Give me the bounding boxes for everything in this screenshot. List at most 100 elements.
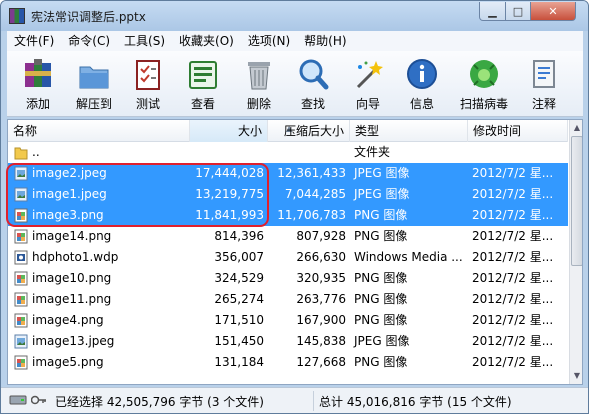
file-row[interactable]: .. 文件夹 [8,142,568,163]
virus-scan-button[interactable]: 扫描病毒 [457,53,511,115]
info-label: 信息 [409,97,434,111]
column-packed[interactable]: 压缩后大小 [268,120,350,142]
file-name: hdphoto1.wdp [32,250,119,264]
menu-file[interactable]: 文件(F) [7,31,61,51]
scroll-down-icon[interactable]: ▼ [571,369,582,383]
column-type[interactable]: 类型 [350,120,468,142]
column-size[interactable]: ▲ 大小 [190,120,292,142]
file-packed-size: 12,361,433 [277,166,346,180]
file-name: image1.jpeg [32,187,107,201]
file-size: 265,274 [214,292,264,306]
scroll-up-icon[interactable]: ▲ [571,121,582,135]
file-packed-size [268,142,350,163]
file-modified: 2012/7/2 星... [472,334,554,348]
file-type: PNG 图像 [354,229,408,243]
delete-button[interactable]: 删除 [232,53,286,115]
file-name: image5.png [32,355,104,369]
file-type: PNG 图像 [354,292,408,306]
winrar-window: 宪法常识调整后.pptx ▁ □ ✕ 文件(F) 命令(C) 工具(S) 收藏夹… [0,0,589,414]
file-modified: 2012/7/2 星... [472,208,554,222]
maximize-button[interactable]: □ [505,2,531,21]
file-packed-size: 127,668 [296,355,346,369]
menu-tools[interactable]: 工具(S) [117,31,172,51]
file-row[interactable]: image11.png 265,274 263,776 PNG 图像 2012/7/2 … [8,289,568,310]
file-size: 171,510 [214,313,264,327]
scroll-thumb[interactable] [571,136,582,266]
menu-command[interactable]: 命令(C) [61,31,117,51]
drive-icon [9,395,27,405]
file-modified [468,142,568,163]
add-label: 添加 [25,97,50,111]
vertical-scrollbar[interactable]: ▲ ▼ [569,120,582,384]
file-packed-size: 807,928 [296,229,346,243]
file-size: 13,219,775 [195,187,264,201]
file-size: 131,184 [214,355,264,369]
minimize-button[interactable]: ▁ [479,2,506,21]
file-name: image2.jpeg [32,166,107,180]
winrar-app-icon [9,8,25,24]
file-name: image14.png [32,229,112,243]
file-row[interactable]: image3.png 11,841,993 11,706,783 PNG 图像 2012… [8,205,568,226]
column-header: 名称 ▲ 大小 压缩后大小 类型 修改时间 [8,120,568,142]
window-title: 宪法常识调整后.pptx [31,10,146,24]
file-row[interactable]: image1.jpeg 13,219,775 7,044,285 JPEG 图像 201… [8,184,568,205]
file-packed-size: 7,044,285 [284,187,346,201]
file-packed-size: 11,706,783 [277,208,346,222]
file-row[interactable]: image2.jpeg 17,444,028 12,361,433 JPEG 图像 20… [8,163,568,184]
menu-favorites[interactable]: 收藏夹(O) [172,31,241,51]
menu-options[interactable]: 选项(N) [241,31,297,51]
add-button[interactable]: 添加 [11,53,65,115]
file-row[interactable]: image14.png 814,396 807,928 PNG 图像 2012/7/2 … [8,226,568,247]
test-label: 测试 [135,97,160,111]
find-icon [299,59,329,90]
extract-to-icon [79,66,109,89]
file-modified: 2012/7/2 星... [472,166,554,180]
file-row[interactable]: image5.png 131,184 127,668 PNG 图像 2012/7/2 星… [8,352,568,373]
comment-label: 注释 [531,97,556,111]
file-list[interactable]: 名称 ▲ 大小 压缩后大小 类型 修改时间 .. 文件夹 image2.jpeg 17… [7,119,583,385]
file-name: image10.png [32,271,112,285]
selection-summary: 已经选择 42,505,796 字节 (3 个文件) [55,395,264,409]
file-modified: 2012/7/2 星... [472,229,554,243]
file-type: JPEG 图像 [354,187,410,201]
file-modified: 2012/7/2 星... [472,187,554,201]
file-size: 11,841,993 [195,208,264,222]
file-name: .. [32,145,40,159]
delete-label: 删除 [246,97,271,111]
close-button[interactable]: ✕ [530,2,576,21]
file-size: 324,529 [214,271,264,285]
file-size: 17,444,028 [195,166,264,180]
file-size [190,142,268,163]
file-row[interactable]: image13.jpeg 151,450 145,838 JPEG 图像 2012/7/… [8,331,568,352]
wizard-button[interactable]: 向导 [341,53,395,115]
test-icon [136,60,160,90]
column-modified[interactable]: 修改时间 [468,120,568,142]
file-type: PNG 图像 [354,313,408,327]
file-name: image11.png [32,292,112,306]
extract-to-label: 解压到 [75,97,112,111]
file-row[interactable]: image10.png 324,529 320,935 PNG 图像 2012/7/2 … [8,268,568,289]
virus-scan-label: 扫描病毒 [459,97,508,111]
add-archive-icon [25,59,51,87]
file-row[interactable]: image4.png 171,510 167,900 PNG 图像 2012/7/2 星… [8,310,568,331]
file-type: JPEG 图像 [354,334,410,348]
title-bar[interactable]: 宪法常识调整后.pptx ▁ □ ✕ [1,1,588,31]
file-modified: 2012/7/2 星... [472,292,554,306]
file-packed-size: 320,935 [296,271,346,285]
comment-button[interactable]: 注释 [517,53,571,115]
file-type: PNG 图像 [354,208,408,222]
info-button[interactable]: 信息 [395,53,449,115]
column-name[interactable]: 名称 [8,120,190,142]
file-modified: 2012/7/2 星... [472,250,554,264]
test-button[interactable]: 测试 [121,53,175,115]
file-name: image4.png [32,313,104,327]
file-row[interactable]: hdphoto1.wdp 356,007 266,630 Windows Media … [8,247,568,268]
file-type: JPEG 图像 [354,166,410,180]
menu-bar: 文件(F) 命令(C) 工具(S) 收藏夹(O) 选项(N) 帮助(H) [7,31,583,51]
view-button[interactable]: 查看 [176,53,230,115]
find-button[interactable]: 查找 [286,53,340,115]
menu-help[interactable]: 帮助(H) [297,31,353,51]
file-packed-size: 266,630 [296,250,346,264]
extract-to-button[interactable]: 解压到 [67,53,121,115]
view-icon [189,61,217,89]
